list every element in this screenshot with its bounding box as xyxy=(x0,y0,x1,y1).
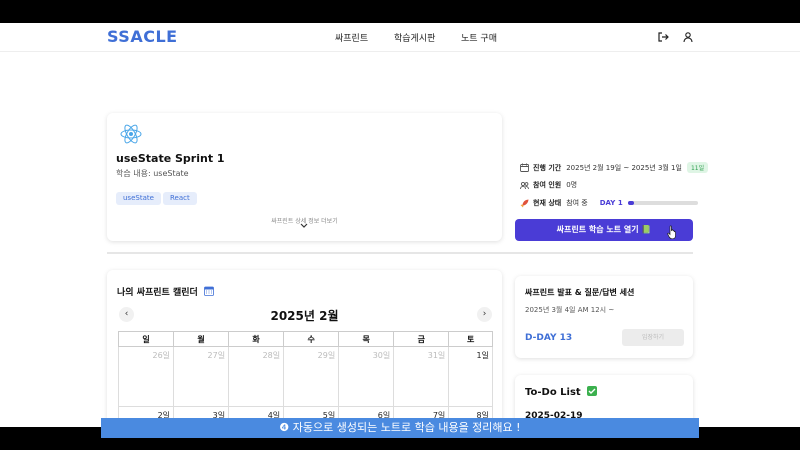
logout-icon[interactable] xyxy=(657,31,669,43)
status-value: 참여 중 xyxy=(566,199,588,207)
dday-label: D-DAY 13 xyxy=(525,333,573,343)
weekday-fri: 금 xyxy=(393,331,450,347)
calendar-week-row: 26일 27일 28일 29일 30일 31일 1일 xyxy=(117,346,493,407)
sprint-calendar-card: 나의 싸프린트 캘린더 ‹ 2025년 2월 › 일 월 화 수 목 금 토 2… xyxy=(107,270,502,427)
members-row: 참여 인원 0명 xyxy=(520,180,577,190)
join-session-button[interactable]: 입장하기 xyxy=(622,329,684,346)
nav-study-board[interactable]: 학습게시판 xyxy=(394,31,435,44)
next-month-button[interactable]: › xyxy=(477,307,492,322)
calendar-title: 나의 싸프린트 캘린더 xyxy=(117,285,214,298)
calendar-emoji-icon xyxy=(204,286,214,296)
calendar-day[interactable]: 28일 xyxy=(228,346,285,407)
calendar-month: 2025년 2월 xyxy=(270,309,339,323)
period-value: 2025년 2월 19일 ~ 2025년 3월 1일 xyxy=(566,163,682,172)
sprint-title: useState Sprint 1 xyxy=(116,152,225,165)
calendar-day[interactable]: 26일 xyxy=(117,346,175,407)
react-icon xyxy=(120,124,142,144)
members-label: 참여 인원 xyxy=(533,181,562,189)
period-label: 진행 기간 xyxy=(533,163,562,172)
weekday-sat: 토 xyxy=(448,331,493,347)
status-label: 현재 상태 xyxy=(533,199,562,207)
user-icon[interactable] xyxy=(682,31,694,43)
users-icon xyxy=(520,181,529,189)
sprint-card: useState Sprint 1 학습 내용: useState useSta… xyxy=(107,113,502,241)
tag-usestate: useState xyxy=(116,192,161,205)
sprint-subtitle: 학습 내용: useState xyxy=(116,169,189,178)
weekday-thu: 목 xyxy=(338,331,395,347)
app-frame: SSACLE 싸프린트 학습게시판 노트 구매 useState Sprint … xyxy=(0,23,800,427)
calendar-day[interactable]: 1일 xyxy=(448,346,493,407)
tag-react: React xyxy=(163,192,197,205)
period-badge: 11일 xyxy=(686,162,709,173)
calendar-day[interactable]: 30일 xyxy=(338,346,395,407)
todo-title: To-Do List xyxy=(525,386,598,398)
calendar-title-text: 나의 싸프린트 캘린더 xyxy=(117,288,198,298)
todo-title-text: To-Do List xyxy=(525,387,581,398)
progress-bar xyxy=(627,201,698,205)
status-row: 현재 상태 참여 중 DAY 1 xyxy=(520,198,698,208)
hand-pointer-cursor-icon xyxy=(667,225,676,239)
session-title: 싸프린트 발표 & 질문/답변 세션 xyxy=(525,288,635,297)
progress-fill xyxy=(627,201,634,205)
caption-banner: ❹ 자동으로 생성되는 노트로 학습 내용을 정리해요 ! xyxy=(101,418,699,438)
calendar-grid: 일 월 화 수 목 금 토 26일 27일 28일 29일 30일 31일 1일… xyxy=(117,331,493,427)
top-navigation-bar: SSACLE 싸프린트 학습게시판 노트 구매 xyxy=(0,23,800,52)
section-divider xyxy=(107,252,693,254)
period-row: 진행 기간 2025년 2월 19일 ~ 2025년 3월 1일 11일 xyxy=(520,162,709,173)
members-value: 0명 xyxy=(566,181,578,189)
weekday-mon: 월 xyxy=(173,331,230,347)
calendar-day[interactable]: 31일 xyxy=(393,346,450,407)
weekday-tue: 화 xyxy=(228,331,285,347)
chevron-down-icon[interactable] xyxy=(300,223,308,229)
nav-sprint[interactable]: 싸프린트 xyxy=(335,31,368,44)
calendar-icon xyxy=(520,163,529,172)
weekday-header-row: 일 월 화 수 목 금 토 xyxy=(117,331,493,347)
day-label: DAY 1 xyxy=(599,199,623,207)
session-card: 싸프린트 발표 & 질문/답변 세션 2025년 3월 4일 AM 12시 ~ … xyxy=(515,276,693,358)
calendar-day[interactable]: 27일 xyxy=(173,346,230,407)
session-date: 2025년 3월 4일 AM 12시 ~ xyxy=(525,306,615,314)
logo[interactable]: SSACLE xyxy=(107,27,178,46)
weekday-wed: 수 xyxy=(283,331,340,347)
nav-note-purchase[interactable]: 노트 구매 xyxy=(461,31,497,44)
weekday-sun: 일 xyxy=(117,331,175,347)
calendar-day[interactable]: 29일 xyxy=(283,346,340,407)
check-icon xyxy=(587,386,598,396)
rocket-icon xyxy=(520,199,529,207)
